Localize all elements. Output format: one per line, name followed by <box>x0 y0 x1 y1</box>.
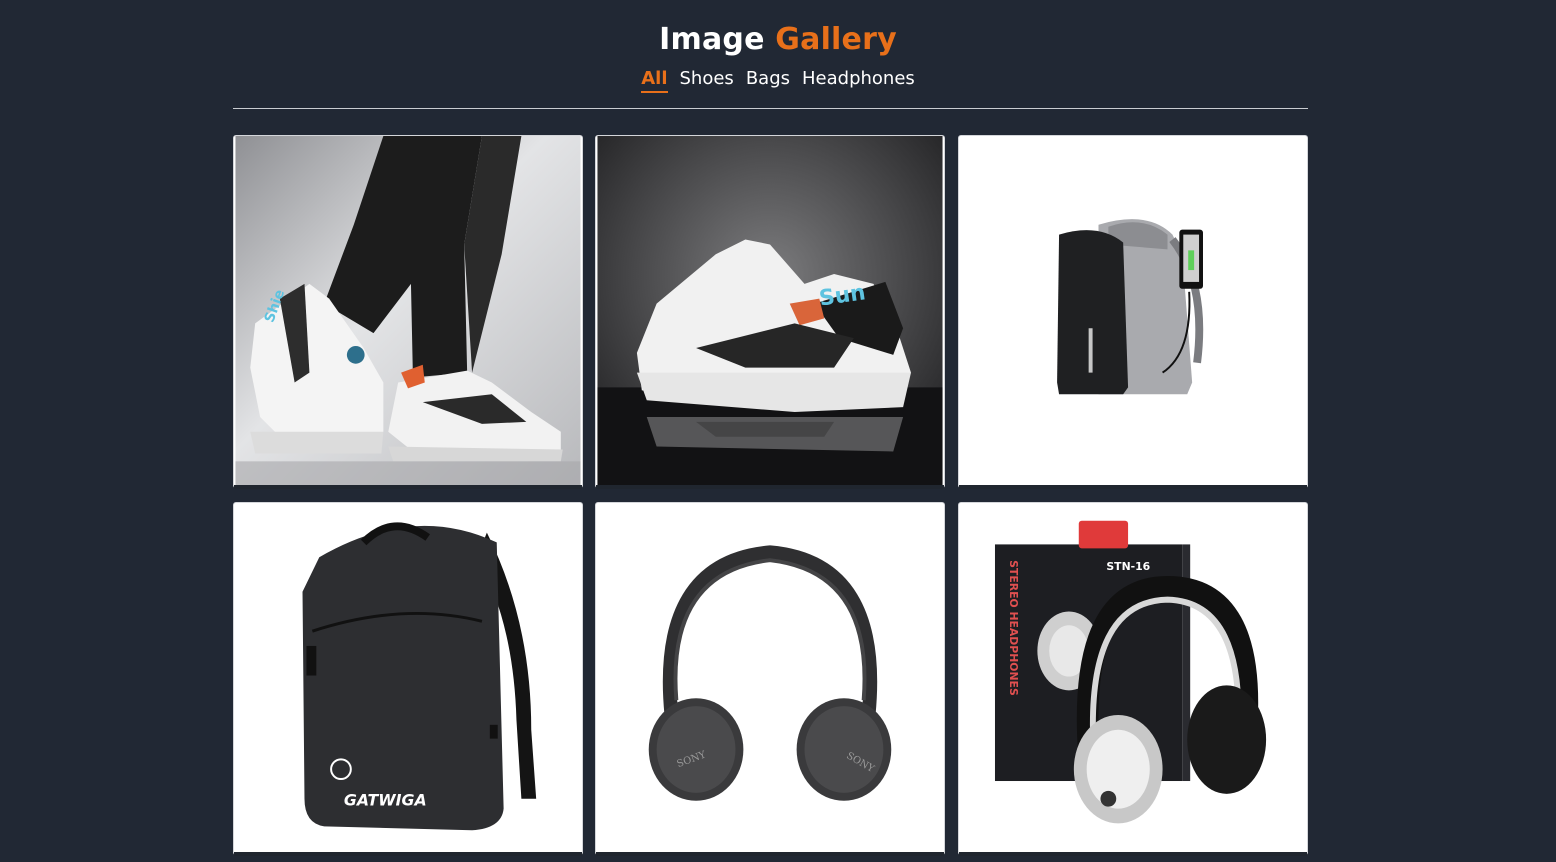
filter-all[interactable]: All <box>641 68 668 93</box>
header-divider <box>233 108 1308 109</box>
headphones-black-image: SONY SONY <box>597 503 943 852</box>
headphones-box-image: STN-16 STEREO HEADPHONES <box>960 503 1306 852</box>
backpack-black-image: GATWIGA <box>235 503 581 852</box>
filter-headphones[interactable]: Headphones <box>802 68 915 93</box>
backpack-grey-image <box>960 136 1306 485</box>
gallery-item-bags-2[interactable]: GATWIGA <box>233 502 583 856</box>
shoe-dark-image: Sun <box>597 136 943 485</box>
backpack-brand-text: GATWIGA <box>344 791 427 810</box>
title-word-image: Image <box>659 22 765 57</box>
box-product-text: STEREO HEADPHONES <box>1007 560 1020 696</box>
gallery-item-shoes-1[interactable]: Shie <box>233 135 583 489</box>
gallery-item-bags-1[interactable] <box>958 135 1308 489</box>
gallery-item-shoes-2[interactable]: Sun <box>595 135 945 489</box>
filter-shoes[interactable]: Shoes <box>680 68 734 93</box>
filter-bags[interactable]: Bags <box>746 68 790 93</box>
filter-tabs: All Shoes Bags Headphones <box>0 68 1556 93</box>
gallery-item-headphones-1[interactable]: SONY SONY <box>595 502 945 856</box>
page-title: Image Gallery <box>0 22 1556 57</box>
box-model-text: STN-16 <box>1106 560 1150 573</box>
shoes-worn-image: Shie <box>235 136 581 485</box>
title-word-gallery: Gallery <box>775 22 897 57</box>
gallery-item-headphones-2[interactable]: STN-16 STEREO HEADPHONES <box>958 502 1308 856</box>
